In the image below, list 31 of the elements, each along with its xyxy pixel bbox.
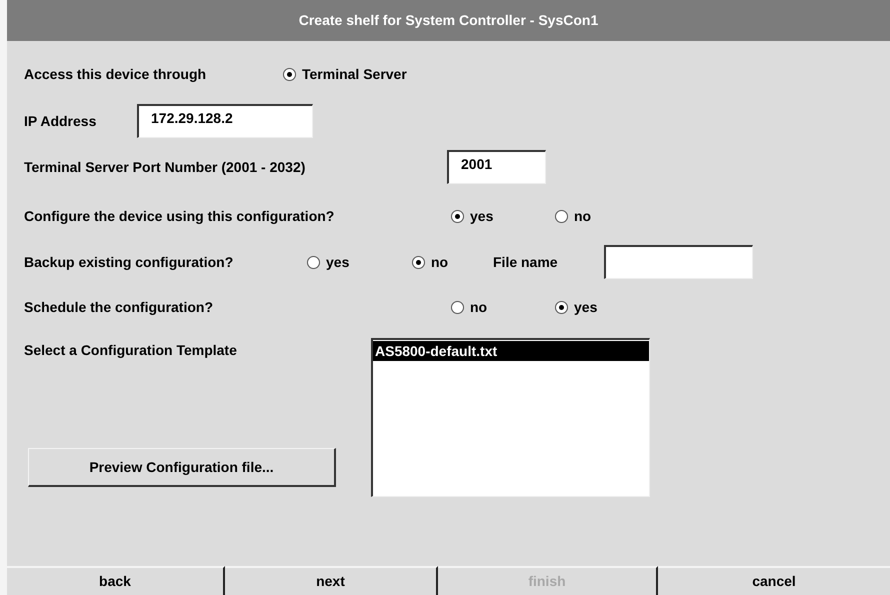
ip-address-field[interactable]: 172.29.128.2 <box>137 104 313 138</box>
radio-button[interactable] <box>412 256 425 268</box>
radio-button[interactable] <box>451 210 464 222</box>
field-label: Backup existing configuration? <box>24 252 234 272</box>
preview-button[interactable]: Preview Configuration file... <box>28 448 336 487</box>
radio-button[interactable] <box>555 300 568 314</box>
port-field[interactable]: 2001 <box>447 150 546 184</box>
radio-option[interactable]: yes <box>451 206 494 226</box>
radio-option[interactable]: Terminal Server <box>283 64 407 84</box>
radio-option[interactable]: yes <box>555 296 598 318</box>
radio-option[interactable]: no <box>412 252 448 272</box>
field-label: Terminal Server Port Number (2001 - 2032) <box>24 158 306 177</box>
wizard-button[interactable]: back <box>7 566 225 595</box>
radio-button[interactable] <box>451 300 464 314</box>
list-item[interactable]: AS5800-default.txt <box>373 341 649 361</box>
radio-button[interactable] <box>307 256 320 268</box>
file-name-field[interactable] <box>604 245 753 279</box>
field-label: IP Address <box>24 112 98 130</box>
field-label: Access this device through <box>24 64 208 84</box>
radio-button[interactable] <box>555 210 568 222</box>
window-title: Create shelf for System Controller - SysCon1 <box>298 11 598 30</box>
field-label: Configure the device using this configuration? <box>24 206 336 226</box>
field-label: Schedule the configuration? <box>24 298 214 317</box>
field-label: Select a Configuration Template <box>24 341 238 360</box>
radio-button[interactable] <box>283 68 296 80</box>
radio-option[interactable]: no <box>451 296 488 318</box>
radio-option[interactable]: yes <box>307 252 350 272</box>
radio-option[interactable]: no <box>555 206 592 226</box>
wizard-button[interactable]: next <box>225 566 438 595</box>
field-label: File name <box>493 252 559 272</box>
template-list[interactable]: AS5800-default.txt <box>371 338 650 497</box>
